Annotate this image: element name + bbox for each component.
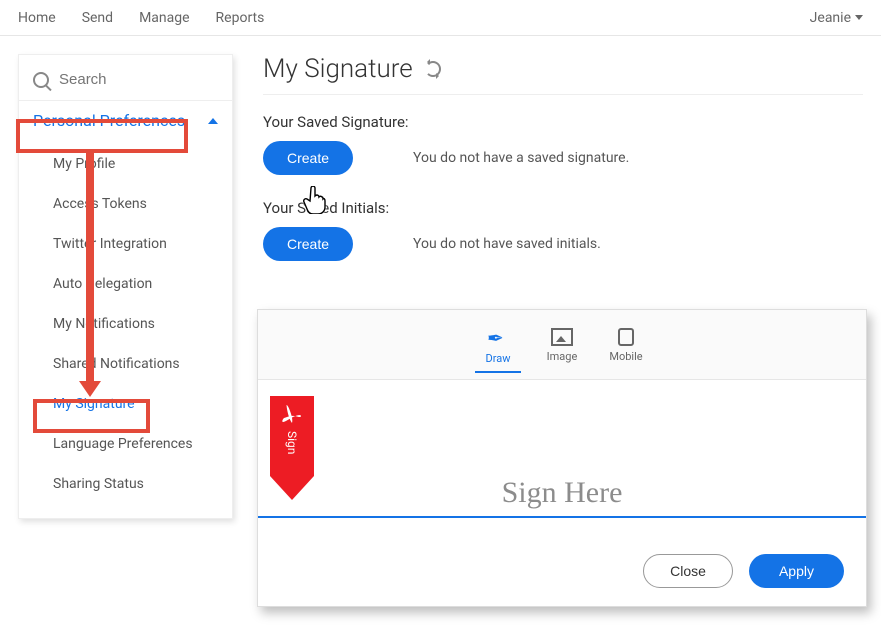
signature-modal: ✒ Draw Image Mobile Sign Sign Here Close… <box>257 309 867 607</box>
sidebar-item-shared-notifications[interactable]: Shared Notifications <box>19 344 232 384</box>
signature-baseline <box>258 516 866 518</box>
sidebar-item-my-signature[interactable]: My Signature <box>19 384 232 424</box>
initials-empty-text: You do not have saved initials. <box>413 236 601 252</box>
sidebar-item-access-tokens[interactable]: Access Tokens <box>19 184 232 224</box>
sidebar: Personal Preferences My Profile Access T… <box>18 54 233 519</box>
adobe-sign-label: Sign <box>285 431 299 454</box>
saved-signature-heading: Your Saved Signature: <box>263 113 863 131</box>
sign-tab-draw-label: Draw <box>486 352 511 365</box>
chevron-down-icon <box>855 15 863 20</box>
image-icon <box>551 328 573 346</box>
signature-canvas[interactable]: Sign Sign Here <box>258 380 866 540</box>
sign-tab-image[interactable]: Image <box>539 328 585 373</box>
create-initials-button[interactable]: Create <box>263 227 353 261</box>
mobile-icon <box>618 328 634 346</box>
nav-send[interactable]: Send <box>82 10 113 26</box>
saved-initials-heading: Your Saved Initials: <box>263 199 863 217</box>
sign-tab-mobile[interactable]: Mobile <box>603 328 649 373</box>
sign-tab-image-label: Image <box>547 350 578 363</box>
create-signature-button[interactable]: Create <box>263 141 353 175</box>
sidebar-item-twitter-integration[interactable]: Twitter Integration <box>19 224 232 264</box>
sidebar-item-sharing-status[interactable]: Sharing Status <box>19 464 232 504</box>
nav-reports[interactable]: Reports <box>216 10 265 26</box>
chevron-up-icon <box>208 118 218 124</box>
user-menu[interactable]: Jeanie <box>810 10 863 26</box>
adobe-sign-tag: Sign <box>270 396 314 500</box>
sign-tab-draw[interactable]: ✒ Draw <box>475 328 521 373</box>
search-icon <box>33 72 49 88</box>
sidebar-search[interactable] <box>19 65 232 100</box>
search-input[interactable] <box>59 71 179 88</box>
sidebar-item-my-notifications[interactable]: My Notifications <box>19 304 232 344</box>
sidebar-item-my-profile[interactable]: My Profile <box>19 144 232 184</box>
sidebar-section-personal-preferences[interactable]: Personal Preferences <box>19 100 232 140</box>
sidebar-item-language-preferences[interactable]: Language Preferences <box>19 424 232 464</box>
draw-icon: ✒ <box>487 328 509 348</box>
sign-tab-mobile-label: Mobile <box>609 350 642 363</box>
nav-home[interactable]: Home <box>18 10 56 26</box>
apply-button[interactable]: Apply <box>749 554 844 588</box>
signature-modal-toolbar: ✒ Draw Image Mobile <box>258 310 866 380</box>
nav-manage[interactable]: Manage <box>139 10 189 26</box>
signature-modal-footer: Close Apply <box>258 540 866 606</box>
adobe-pdf-icon <box>280 402 304 426</box>
sidebar-section-label: Personal Preferences <box>33 111 185 130</box>
signature-empty-text: You do not have a saved signature. <box>413 150 629 166</box>
page-title-row: My Signature <box>263 54 863 84</box>
refresh-icon[interactable] <box>425 61 441 77</box>
user-name: Jeanie <box>810 10 851 26</box>
sidebar-item-auto-delegation[interactable]: Auto Delegation <box>19 264 232 304</box>
sign-here-placeholder: Sign Here <box>502 476 623 510</box>
page-title: My Signature <box>263 54 413 84</box>
close-button[interactable]: Close <box>643 554 733 588</box>
top-nav: Home Send Manage Reports Jeanie <box>0 0 881 36</box>
